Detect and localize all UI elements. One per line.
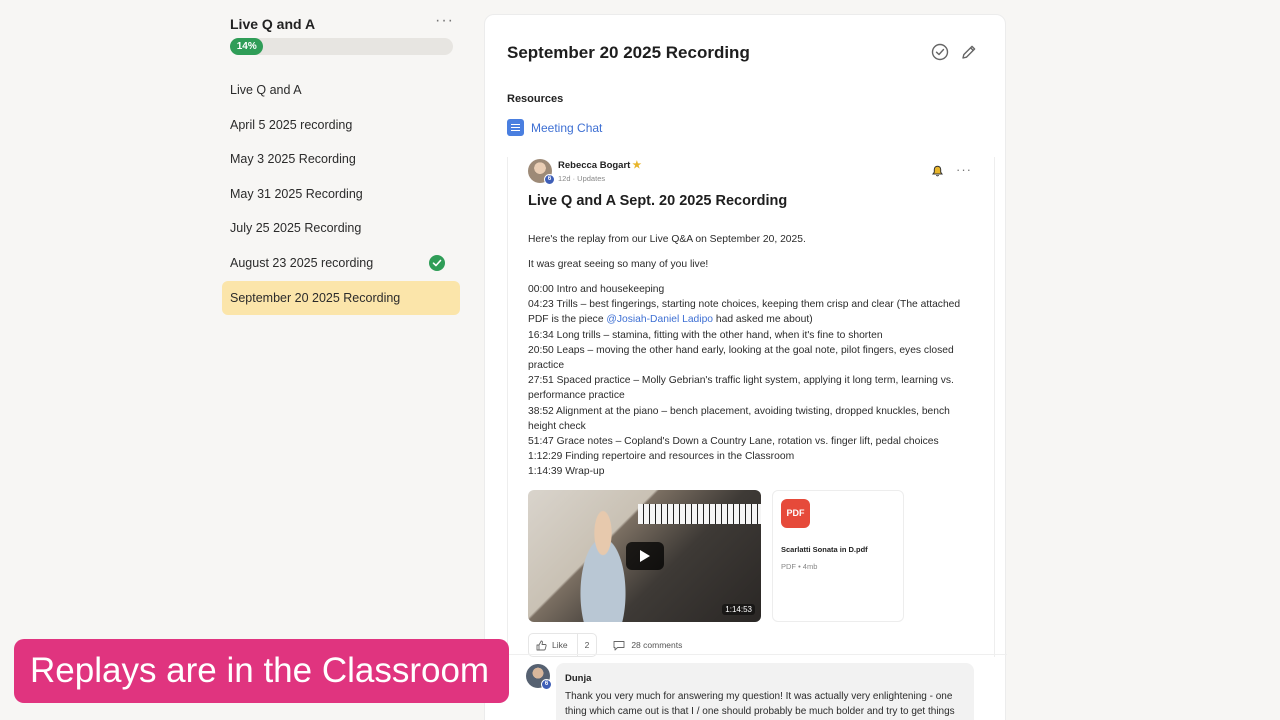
course-sidebar: Live Q and A ··· 14% Live Q and A April … [222, 0, 462, 720]
comment-bubble: Dunja Thank you very much for answering … [556, 663, 974, 720]
commenter-level-badge: 6 [541, 679, 552, 690]
thumbs-up-icon [536, 640, 547, 650]
lesson-list: Live Q and A April 5 2025 recording May … [222, 73, 460, 316]
timestamp-line: 20:50 Leaps – moving the other hand earl… [528, 344, 954, 372]
commenter-name[interactable]: Dunja [565, 673, 965, 684]
bell-icon[interactable] [932, 164, 943, 182]
meeting-chat-link[interactable]: Meeting Chat [507, 119, 602, 136]
timestamp-line: 1:12:29 Finding repertoire and resources… [528, 451, 795, 463]
comment-bubble-icon [613, 640, 625, 650]
mark-complete-icon[interactable] [931, 43, 949, 61]
post-author[interactable]: Rebecca Bogart ★ [558, 160, 641, 171]
pdf-icon: PDF [781, 499, 810, 528]
lesson-title: September 20 2025 Recording [507, 43, 750, 62]
level-badge: 6 [544, 174, 555, 185]
post-meta: 12d · Updates [558, 174, 606, 183]
more-options-icon[interactable]: ··· [435, 13, 454, 29]
timestamp-line: 27:51 Spaced practice – Molly Gebrian's … [528, 375, 954, 402]
lesson-item-july-25[interactable]: July 25 2025 Recording [222, 211, 460, 246]
attachment-name: Scarlatti Sonata in D.pdf [781, 545, 868, 554]
timestamp-line: 38:52 Alignment at the piano – bench pla… [528, 405, 950, 432]
lesson-item-august-23[interactable]: August 23 2025 recording [222, 246, 460, 281]
edit-pencil-icon[interactable] [960, 43, 978, 61]
attachment-meta: PDF • 4mb [781, 562, 818, 571]
lesson-item-september-20[interactable]: September 20 2025 Recording [222, 280, 460, 316]
timestamp-line: 1:14:39 Wrap-up [528, 466, 605, 478]
document-icon [507, 119, 524, 136]
resources-heading: Resources [507, 93, 564, 105]
post-title: Live Q and A Sept. 20 2025 Recording [528, 193, 788, 209]
timestamp-line: 16:34 Long trills – stamina, fitting wit… [528, 329, 883, 341]
post-more-options-icon[interactable]: ··· [956, 162, 972, 177]
sidebar-header: Live Q and A ··· [230, 13, 454, 33]
timestamp-line: 00:00 Intro and housekeeping [528, 284, 665, 295]
comments-link[interactable]: 28 comments [613, 640, 682, 651]
star-icon: ★ [632, 160, 642, 171]
post-intro: Here's the replay from our Live Q&A on S… [528, 234, 806, 245]
lesson-item-april-5[interactable]: April 5 2025 recording [222, 108, 460, 143]
lesson-panel: September 20 2025 Recording Resources Me… [484, 14, 1007, 720]
user-mention-link[interactable]: @Josiah-Daniel Ladipo [606, 314, 713, 325]
like-count: 2 [584, 640, 590, 650]
video-thumbnail[interactable]: 1:14:53 [528, 490, 761, 622]
lesson-item-may-31[interactable]: May 31 2025 Recording [222, 177, 460, 212]
play-button[interactable] [626, 542, 664, 570]
pdf-attachment[interactable]: PDF Scarlatti Sonata in D.pdf PDF • 4mb [772, 490, 904, 622]
course-progress-bar: 14% [230, 38, 453, 55]
lesson-item-live-q-and-a[interactable]: Live Q and A [222, 73, 460, 108]
completed-check-icon [429, 255, 445, 272]
caption-banner: Replays are in the Classroom [14, 639, 509, 703]
post-timestamps: 00:00 Intro and housekeeping 04:23 Trill… [528, 282, 978, 480]
lesson-item-may-3[interactable]: May 3 2025 Recording [222, 142, 460, 177]
progress-fill: 14% [230, 38, 264, 55]
post-greeting: It was great seeing so many of you live! [528, 259, 709, 270]
comment-text: Thank you very much for answering my que… [565, 691, 955, 717]
timestamp-line: 04:23 Trills – best fingerings, starting… [528, 299, 961, 326]
course-title: Live Q and A [230, 16, 316, 32]
divider [485, 654, 1007, 655]
post-card: 6 Rebecca Bogart ★ 12d · Updates ··· Live… [507, 157, 995, 657]
piano-keys-graphic [638, 504, 761, 524]
video-duration: 1:14:53 [722, 604, 755, 615]
timestamp-line: 51:47 Grace notes – Copland's Down a Cou… [528, 436, 939, 448]
